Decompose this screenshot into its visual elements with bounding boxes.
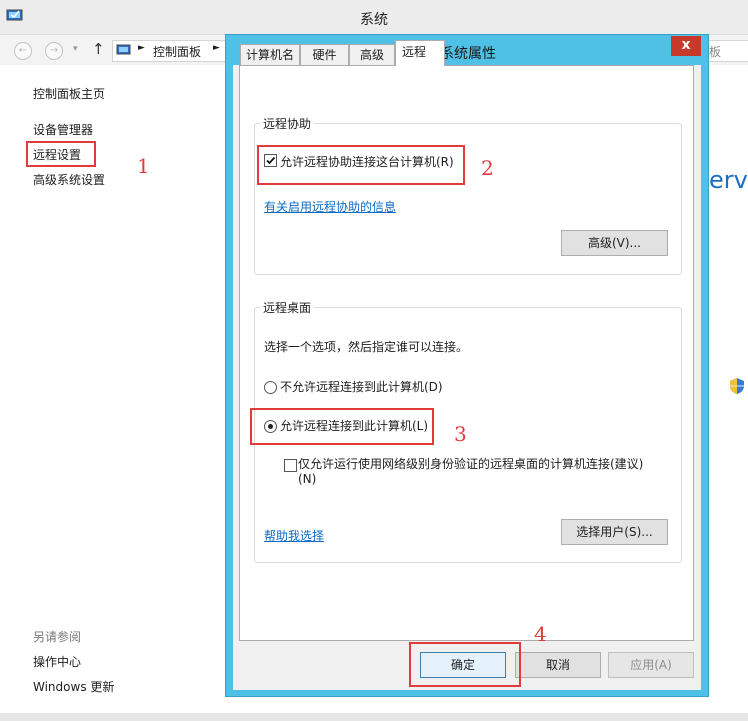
window-title: 系统 [360, 12, 388, 28]
nla-only-label-line2[interactable]: (N) [298, 472, 316, 486]
address-bar[interactable]: ► 控制面板 ► [112, 40, 229, 62]
highlight-box-allow-remote [250, 408, 434, 445]
deny-remote-radio[interactable] [264, 381, 277, 394]
breadcrumb-chevron-icon[interactable]: ► [138, 43, 145, 53]
edition-text: erve [709, 166, 748, 194]
breadcrumb-control-panel[interactable]: 控制面板 [153, 43, 201, 60]
nla-only-label-line1[interactable]: 仅允许运行使用网络级别身份验证的远程桌面的计算机连接(建议) [298, 455, 643, 472]
recent-dropdown-icon[interactable]: ▾ [73, 44, 78, 54]
search-placeholder: 板 [709, 45, 722, 59]
remote-desktop-instruction: 选择一个选项，然后指定谁可以连接。 [264, 340, 469, 354]
remote-desktop-label: 远程桌面 [260, 299, 315, 316]
forward-button[interactable]: → [45, 42, 63, 60]
close-button[interactable]: x [671, 36, 701, 56]
select-users-button[interactable]: 选择用户(S)... [561, 519, 668, 545]
up-arrow-icon[interactable]: ↑ [92, 40, 105, 58]
see-also-label: 另请参阅 [33, 630, 82, 644]
tab-hardware[interactable]: 硬件 [300, 44, 349, 65]
advanced-system-settings-link[interactable]: 高级系统设置 [33, 171, 105, 188]
tab-remote[interactable]: 远程 [395, 40, 445, 66]
tab-computer-name[interactable]: 计算机名 [240, 44, 300, 65]
deny-remote-label[interactable]: 不允许远程连接到此计算机(D) [280, 378, 443, 395]
highlight-box-remote-assistance [257, 145, 465, 185]
control-panel-icon [116, 44, 131, 55]
apply-button[interactable]: 应用(A) [608, 652, 694, 678]
highlight-box-ok [409, 642, 521, 687]
control-panel-home-link[interactable]: 控制面板主页 [33, 85, 105, 102]
advanced-button[interactable]: 高级(V)... [561, 230, 668, 256]
annotation-number: 3 [454, 422, 467, 446]
device-manager-link[interactable]: 设备管理器 [33, 121, 93, 138]
breadcrumb-chevron-icon[interactable]: ► [213, 43, 220, 53]
annotation-number: 4 [534, 622, 547, 646]
shield-icon[interactable] [729, 377, 745, 395]
status-bar [0, 713, 748, 721]
annotation-number: 1 [137, 154, 150, 178]
windows-update-link[interactable]: Windows 更新 [33, 678, 114, 695]
nla-only-checkbox[interactable] [284, 459, 297, 472]
action-center-link[interactable]: 操作中心 [33, 653, 81, 670]
cancel-button[interactable]: 取消 [515, 652, 601, 678]
tab-advanced[interactable]: 高级 [349, 44, 395, 65]
back-button[interactable]: ← [14, 42, 32, 60]
window-titlebar: 系统 [0, 0, 748, 35]
annotation-number: 2 [481, 156, 494, 180]
highlight-box-remote-settings [26, 141, 96, 167]
remote-assistance-info-link[interactable]: 有关启用远程协助的信息 [264, 198, 396, 215]
right-pane: erve [709, 66, 748, 716]
remote-assistance-label: 远程协助 [260, 115, 315, 132]
help-me-choose-link[interactable]: 帮助我选择 [264, 527, 324, 544]
